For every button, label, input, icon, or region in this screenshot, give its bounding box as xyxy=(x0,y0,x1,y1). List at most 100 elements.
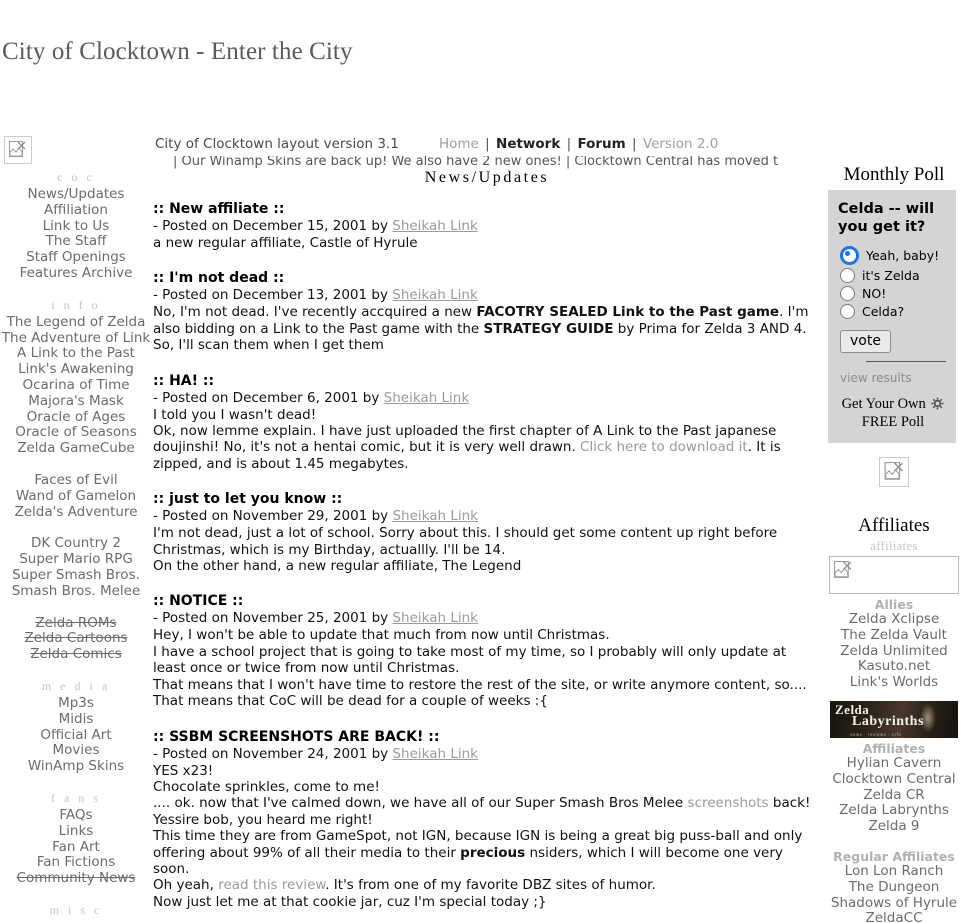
sidebar-item-a-link-to-the-past[interactable]: A Link to the Past xyxy=(0,346,152,362)
affiliate-link-the-zelda-vault[interactable]: The Zelda Vault xyxy=(821,627,967,644)
sidebar-item-the-staff[interactable]: The Staff xyxy=(0,234,152,250)
news-list: :: New affiliate :: - Posted on December … xyxy=(153,201,821,923)
poll-option-yeah-baby[interactable]: Yeah, baby! xyxy=(840,246,948,265)
poll-option-celda[interactable]: Celda? xyxy=(840,304,948,319)
sidebar-item-oracle-of-ages[interactable]: Oracle of Ages xyxy=(0,409,152,426)
radio-button[interactable] xyxy=(840,246,859,265)
sidebar-item-zelda-cartoons[interactable]: Zelda Cartoons xyxy=(0,631,152,647)
sidebar-group-misc: m i s c xyxy=(0,903,152,918)
sidebar-group-header: m i s c xyxy=(49,902,103,917)
marquee-text: | Our Winamp Skins are back up! We also … xyxy=(173,156,779,169)
sidebar-item-affiliation[interactable]: Affiliation xyxy=(0,202,152,219)
sidebar-item-faces-of-evil[interactable]: Faces of Evil xyxy=(0,472,152,489)
affiliate-link-kasuto-net[interactable]: Kasuto.net xyxy=(821,659,967,675)
sidebar-item-link-to-us[interactable]: Link to Us xyxy=(0,218,152,235)
sidebar-item-the-legend-of-zelda[interactable]: The Legend of Zelda xyxy=(0,314,152,331)
poll-option-no[interactable]: NO! xyxy=(840,286,948,301)
news-author-link[interactable]: Sheikah Link xyxy=(384,390,470,406)
poll-heading: Monthly Poll xyxy=(843,164,945,185)
news-author-link[interactable]: Sheikah Link xyxy=(392,508,478,524)
sidebar-item-midis[interactable]: Midis xyxy=(0,711,152,728)
sidebar-item-zelda-roms[interactable]: Zelda ROMs xyxy=(0,615,152,632)
top-nav-link-forum[interactable]: Forum xyxy=(577,136,625,152)
sidebar-item-mp3s[interactable]: Mp3s xyxy=(0,695,152,712)
news-body-line: I'm not dead, just a lot of school. Sorr… xyxy=(153,525,778,558)
news-body-line: That means that I won't have time to res… xyxy=(153,676,807,693)
affiliate-link-zelda-xclipse[interactable]: Zelda Xclipse xyxy=(821,611,967,628)
sidebar-item-majora-s-mask[interactable]: Majora's Mask xyxy=(0,393,152,410)
sidebar-item-zelda-s-adventure[interactable]: Zelda's Adventure xyxy=(0,504,152,521)
affiliate-link-hylian-cavern[interactable]: Hylian Cavern xyxy=(821,755,967,772)
sidebar-item-faqs[interactable]: FAQs xyxy=(0,807,152,824)
news-body-line: Now just let me at that cookie jar, cuz … xyxy=(153,893,547,910)
affiliates-banner-placeholder xyxy=(829,556,959,594)
news-meta: - Posted on November 24, 2001 by Sheikah… xyxy=(153,745,478,762)
news-body-line: Hey, I won't be able to update that much… xyxy=(153,627,610,644)
monthly-poll-widget: Celda -- will you get it? Yeah, baby! it'… xyxy=(828,190,956,443)
news-item: :: just to let you know :: - Posted on No… xyxy=(153,491,821,574)
sidebar-group-media: m e d i a Mp3s Midis Official Art Movies WinA… xyxy=(0,679,152,775)
sidebar-item-fan-fictions[interactable]: Fan Fictions xyxy=(0,854,152,871)
poll-option-label: Yeah, baby! xyxy=(866,248,940,263)
news-title: :: NOTICE :: xyxy=(153,593,244,610)
affiliate-link-link-s-worlds[interactable]: Link's Worlds xyxy=(821,674,967,691)
affiliate-link-zelda-labrynths[interactable]: Zelda Labrynths xyxy=(821,803,967,819)
affiliates-group-allies: Allies Zelda Xclipse The Zelda Vault Zelda … xyxy=(821,597,967,691)
affiliate-link-shadows-of-hyrule[interactable]: Shadows of Hyrule xyxy=(821,895,967,912)
news-inline-link[interactable]: read this review xyxy=(218,877,325,893)
sidebar-item-the-adventure-of-link[interactable]: The Adventure of Link xyxy=(0,330,152,347)
sidebar-item-super-smash-bros[interactable]: Super Smash Bros. xyxy=(0,567,152,584)
sidebar-item-fan-art[interactable]: Fan Art xyxy=(0,839,152,856)
top-nav-link-home[interactable]: Home xyxy=(439,136,479,152)
radio-button[interactable] xyxy=(840,286,855,301)
sidebar-item-zelda-gamecube[interactable]: Zelda GameCube xyxy=(0,440,152,457)
sidebar-item-news-updates[interactable]: News/Updates xyxy=(0,186,152,203)
sidebar-item-links[interactable]: Links xyxy=(0,823,152,840)
affiliate-link-zelda-9[interactable]: Zelda 9 xyxy=(821,818,967,835)
sidebar-item-staff-openings[interactable]: Staff Openings xyxy=(0,249,152,266)
sidebar-item-zelda-comics[interactable]: Zelda Comics xyxy=(0,646,152,663)
sidebar-item-link-s-awakening[interactable]: Link's Awakening xyxy=(0,361,152,378)
sidebar-item-dk-country-2[interactable]: DK Country 2 xyxy=(0,536,152,552)
zelda-labyrinths-banner[interactable]: Zelda Labyrinths news · reviews · info xyxy=(830,700,958,738)
poll-option-it-s-zelda[interactable]: it's Zelda xyxy=(840,268,948,283)
sidebar-item-official-art[interactable]: Official Art xyxy=(0,727,152,744)
affiliate-link-zeldacc[interactable]: ZeldaCC xyxy=(821,911,967,923)
news-inline-link[interactable]: Click here to download it xyxy=(580,439,748,455)
sidebar-item-wand-of-gamelon[interactable]: Wand of Gamelon xyxy=(0,488,152,505)
affiliates-image-label: affiliates xyxy=(870,539,918,553)
affiliate-link-zelda-unlimited[interactable]: Zelda Unlimited xyxy=(821,643,967,660)
sidebar-item-oracle-of-seasons[interactable]: Oracle of Seasons xyxy=(0,425,152,441)
news-author-link[interactable]: Sheikah Link xyxy=(392,287,478,303)
sidebar-item-winamp-skins[interactable]: WinAmp Skins xyxy=(0,758,152,775)
sidebar-item-community-news[interactable]: Community News xyxy=(0,870,152,887)
news-inline-link[interactable]: screenshots xyxy=(688,795,769,811)
gear-icon xyxy=(931,397,944,410)
affiliate-link-zelda-cr[interactable]: Zelda CR xyxy=(821,787,967,804)
affiliate-link-lon-lon-ranch[interactable]: Lon Lon Ranch xyxy=(821,863,967,880)
news-body-line: Oh yeah, read this review. It's from one… xyxy=(153,877,821,893)
news-author-link[interactable]: Sheikah Link xyxy=(392,746,478,762)
sidebar-item-movies[interactable]: Movies xyxy=(0,743,152,759)
news-author-link[interactable]: Sheikah Link xyxy=(392,218,478,234)
news-emphasis: STRATEGY GUIDE xyxy=(483,320,614,337)
poll-option-label: Celda? xyxy=(862,304,905,319)
poll-options[interactable]: Yeah, baby! it's Zelda NO! Celda? xyxy=(838,246,948,319)
affiliate-link-the-dungeon[interactable]: The Dungeon xyxy=(821,879,967,896)
free-poll-promo[interactable]: Get Your Own FREE Poll xyxy=(838,395,948,431)
sidebar-item-ocarina-of-time[interactable]: Ocarina of Time xyxy=(0,377,152,394)
sidebar-item-features-archive[interactable]: Features Archive xyxy=(0,265,152,282)
top-navigation[interactable]: Home | Network | Forum | Version 2.0 xyxy=(439,136,718,152)
sidebar-item-smash-bros-melee[interactable]: Smash Bros. Melee xyxy=(0,583,152,600)
news-text: .... ok. now that I've calmed down, we h… xyxy=(153,795,688,812)
radio-button[interactable] xyxy=(840,304,855,319)
radio-button[interactable] xyxy=(840,268,855,283)
affiliate-link-clocktown-central[interactable]: Clocktown Central xyxy=(821,771,967,788)
vote-button[interactable]: vote xyxy=(840,330,891,353)
top-nav-link-version-2-0[interactable]: Version 2.0 xyxy=(643,136,718,152)
sidebar-item-super-mario-rpg[interactable]: Super Mario RPG xyxy=(0,551,152,568)
news-author-link[interactable]: Sheikah Link xyxy=(392,610,478,626)
sidebar-group-header: m e d i a xyxy=(41,678,111,693)
view-results-link[interactable]: view results xyxy=(840,371,948,385)
top-nav-link-network[interactable]: Network xyxy=(496,136,560,152)
